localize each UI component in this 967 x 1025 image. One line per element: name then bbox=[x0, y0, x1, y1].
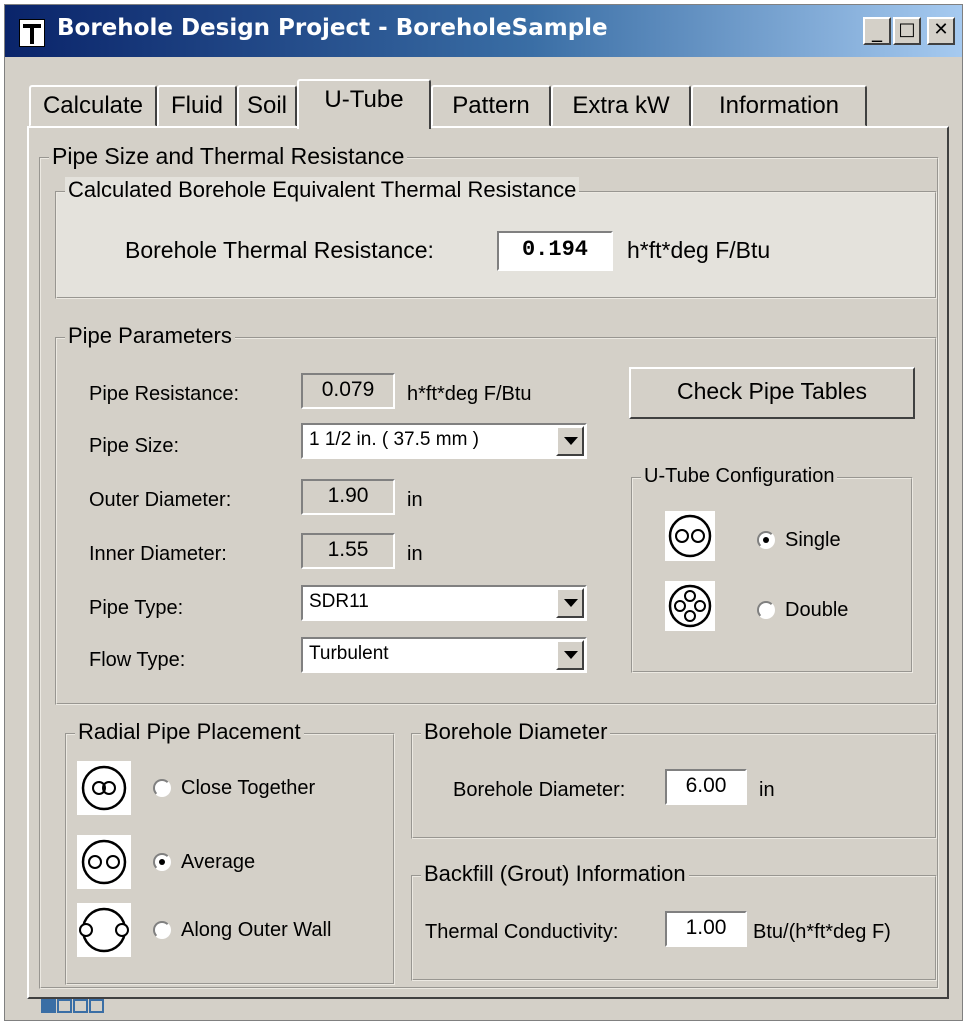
tab-soil[interactable]: Soil bbox=[237, 85, 297, 127]
flow-type-select[interactable]: Turbulent bbox=[301, 637, 587, 673]
outer-diameter-unit: in bbox=[407, 489, 423, 511]
pipe-type-select[interactable]: SDR11 bbox=[301, 585, 587, 621]
single-u-tube-icon bbox=[665, 511, 715, 561]
close-button[interactable]: ✕ bbox=[927, 17, 955, 45]
borehole-thermal-resistance-value: 0.194 bbox=[497, 231, 613, 271]
close-together-icon bbox=[77, 761, 131, 815]
borehole-thermal-resistance-unit: h*ft*deg F/Btu bbox=[627, 237, 771, 263]
pipe-resistance-unit: h*ft*deg F/Btu bbox=[407, 383, 532, 405]
tab-fluid[interactable]: Fluid bbox=[157, 85, 237, 127]
close-together-label[interactable]: Close Together bbox=[181, 777, 315, 800]
flow-type-label: Flow Type: bbox=[89, 649, 186, 671]
pipe-resistance-field: 0.079 bbox=[301, 373, 395, 409]
pipe-type-label: Pipe Type: bbox=[89, 597, 184, 619]
tab-information[interactable]: Information bbox=[691, 85, 867, 127]
average-radio[interactable] bbox=[153, 853, 171, 871]
borehole-thermal-resistance-label: Borehole Thermal Resistance: bbox=[125, 237, 434, 263]
outer-diameter-label: Outer Diameter: bbox=[89, 489, 232, 511]
window-title: Borehole Design Project - BoreholeSample bbox=[57, 15, 608, 41]
minimize-button[interactable]: _ bbox=[863, 17, 891, 45]
borehole-diameter-input[interactable]: 6.00 bbox=[665, 769, 747, 805]
thermal-conductivity-label: Thermal Conductivity: bbox=[425, 921, 619, 943]
close-together-radio[interactable] bbox=[153, 779, 171, 797]
along-outer-wall-label[interactable]: Along Outer Wall bbox=[181, 919, 331, 942]
single-label[interactable]: Single bbox=[785, 529, 841, 552]
group-legend: Calculated Borehole Equivalent Thermal R… bbox=[65, 177, 580, 203]
u-tube-configuration-group: U-Tube Configuration bbox=[631, 465, 913, 673]
average-icon bbox=[77, 835, 131, 889]
group-legend: Pipe Size and Thermal Resistance bbox=[49, 143, 408, 170]
double-label[interactable]: Double bbox=[785, 599, 848, 622]
group-legend: U-Tube Configuration bbox=[641, 465, 838, 488]
chevron-down-icon[interactable] bbox=[556, 640, 584, 670]
app-icon[interactable] bbox=[19, 19, 45, 47]
title-bar[interactable]: Borehole Design Project - BoreholeSample… bbox=[5, 5, 962, 57]
progress-indicator bbox=[41, 999, 107, 1015]
chevron-down-icon[interactable] bbox=[556, 426, 584, 456]
pipe-type-value: SDR11 bbox=[309, 591, 369, 612]
tab-extra-kw[interactable]: Extra kW bbox=[551, 85, 691, 127]
average-label[interactable]: Average bbox=[181, 851, 255, 874]
pipe-size-value: 1 1/2 in. ( 37.5 mm ) bbox=[309, 429, 480, 450]
tab-calculate[interactable]: Calculate bbox=[29, 85, 157, 127]
check-pipe-tables-button[interactable]: Check Pipe Tables bbox=[629, 367, 915, 419]
progress-segment bbox=[57, 999, 72, 1013]
inner-diameter-field: 1.55 bbox=[301, 533, 395, 569]
thermal-conductivity-unit: Btu/(h*ft*deg F) bbox=[753, 921, 891, 943]
along-outer-wall-icon bbox=[77, 903, 131, 957]
progress-segment bbox=[41, 999, 56, 1013]
pipe-size-label: Pipe Size: bbox=[89, 435, 180, 457]
tab-pattern[interactable]: Pattern bbox=[431, 85, 551, 127]
tab-u-tube[interactable]: U-Tube bbox=[297, 79, 431, 129]
flow-type-value: Turbulent bbox=[309, 643, 389, 664]
pipe-resistance-label: Pipe Resistance: bbox=[89, 383, 240, 405]
inner-diameter-unit: in bbox=[407, 543, 423, 565]
inner-diameter-label: Inner Diameter: bbox=[89, 543, 227, 565]
maximize-button[interactable]: □ bbox=[893, 17, 921, 45]
chevron-down-icon[interactable] bbox=[556, 588, 584, 618]
along-outer-wall-radio[interactable] bbox=[153, 921, 171, 939]
group-legend: Borehole Diameter bbox=[421, 719, 611, 745]
borehole-diameter-label: Borehole Diameter: bbox=[453, 779, 626, 801]
outer-diameter-field: 1.90 bbox=[301, 479, 395, 515]
double-u-tube-icon bbox=[665, 581, 715, 631]
group-legend: Radial Pipe Placement bbox=[75, 719, 304, 745]
app-window: Borehole Design Project - BoreholeSample… bbox=[4, 4, 963, 1021]
progress-segment bbox=[73, 999, 88, 1013]
pipe-size-select[interactable]: 1 1/2 in. ( 37.5 mm ) bbox=[301, 423, 587, 459]
group-legend: Backfill (Grout) Information bbox=[421, 861, 689, 887]
double-radio[interactable] bbox=[757, 601, 775, 619]
group-legend: Pipe Parameters bbox=[65, 323, 235, 349]
borehole-diameter-unit: in bbox=[759, 779, 775, 801]
single-radio[interactable] bbox=[757, 531, 775, 549]
progress-segment bbox=[89, 999, 104, 1013]
thermal-conductivity-input[interactable]: 1.00 bbox=[665, 911, 747, 947]
